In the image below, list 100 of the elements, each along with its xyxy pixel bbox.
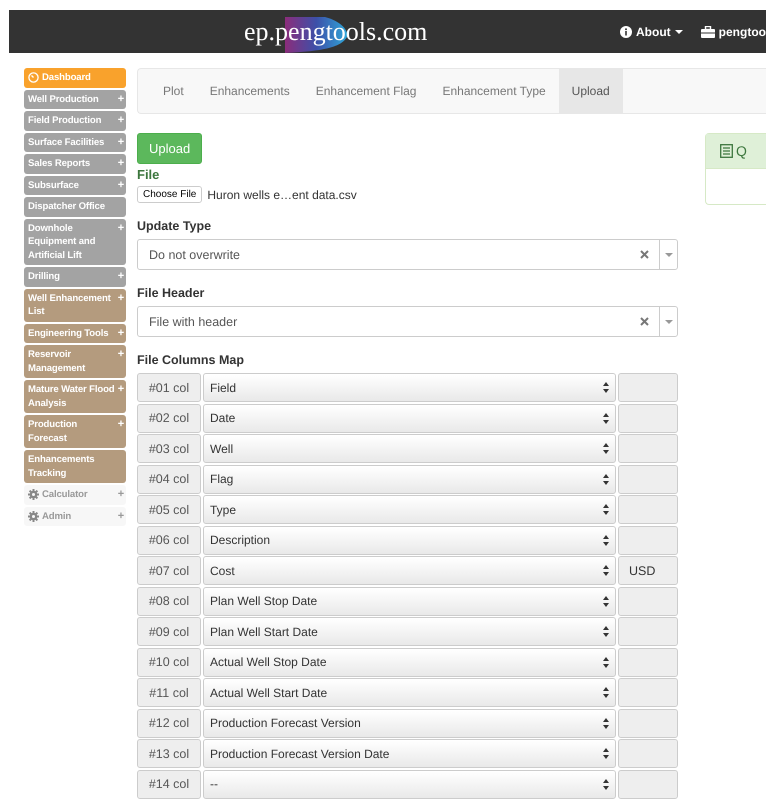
unit-cell <box>618 648 678 676</box>
column-select[interactable]: Flag <box>203 464 616 494</box>
column-number: #09 col <box>137 617 201 646</box>
expand-toggle[interactable]: + <box>118 178 124 192</box>
sidebar-label: Downhole Equipment and Artificial Lift <box>28 222 96 262</box>
sidebar-label: Reservoir Management <box>28 348 86 375</box>
expand-toggle[interactable]: + <box>118 383 124 396</box>
sidebar-item[interactable]: Enhancements Tracking <box>24 450 126 483</box>
updown-arrows-icon <box>603 656 609 668</box>
sidebar-item[interactable]: Dispatcher Office <box>24 197 126 216</box>
sidebar-item[interactable]: Well Enhancement List + <box>24 288 126 322</box>
upload-button[interactable]: Upload <box>137 133 202 164</box>
sidebar-item[interactable]: Production Forecast + <box>24 415 126 448</box>
select-field[interactable]: File with header <box>137 306 678 337</box>
unit-cell <box>618 739 678 768</box>
panel-title: Q <box>736 143 747 159</box>
nav-link[interactable]: pengtoo <box>700 24 766 38</box>
clear-icon[interactable] <box>640 250 649 259</box>
expand-toggle[interactable]: + <box>118 222 124 235</box>
column-select[interactable]: Production Forecast Version <box>203 708 616 738</box>
column-select[interactable]: Actual Well Start Date <box>203 678 616 707</box>
column-select[interactable]: Well <box>203 434 616 463</box>
expand-toggle[interactable]: + <box>118 292 124 305</box>
column-select[interactable]: Description <box>203 526 616 554</box>
select-field[interactable]: Do not overwrite <box>137 239 678 270</box>
expand-toggle[interactable]: + <box>118 114 124 128</box>
updown-arrows-icon <box>603 474 609 484</box>
sidebar-item[interactable]: Downhole Equipment and Artificial Lift + <box>24 218 126 265</box>
sidebar-label: Well Enhancement List <box>28 292 112 318</box>
column-select[interactable]: Plan Well Stop Date <box>203 586 616 616</box>
unit-cell <box>618 464 678 494</box>
sidebar-label: Dashboard <box>42 71 92 84</box>
field-label: File <box>137 167 160 182</box>
unit-cell: USD <box>618 556 678 585</box>
expand-toggle[interactable]: + <box>118 136 124 149</box>
updown-arrows-icon <box>603 382 609 393</box>
sidebar-item[interactable]: Calculator + <box>24 485 126 504</box>
column-number: #10 col <box>137 648 201 676</box>
sidebar-label: Well Production <box>28 92 100 106</box>
caret-icon <box>674 30 683 34</box>
column-number: #14 col <box>137 770 201 798</box>
file-name: Huron wells e…ent data.csv <box>207 188 357 202</box>
sidebar-item[interactable]: Field Production + <box>24 111 126 130</box>
field-label: File Header <box>137 286 206 300</box>
tab[interactable]: Enhancements <box>196 69 303 113</box>
column-number: #01 col <box>137 373 201 402</box>
field-label: Update Type <box>137 219 212 233</box>
column-number: #04 col <box>137 464 201 494</box>
column-select[interactable]: Production Forecast Version Date <box>203 739 616 768</box>
column-select[interactable]: Date <box>203 404 616 432</box>
column-select[interactable]: -- <box>203 770 616 798</box>
updown-arrows-icon <box>603 626 609 637</box>
sidebar-item[interactable]: Sales Reports + <box>24 154 126 174</box>
expand-toggle[interactable]: + <box>118 418 124 432</box>
nav-link[interactable]: About <box>620 24 683 38</box>
dropdown-arrow-icon[interactable] <box>664 320 672 324</box>
choose-file-button[interactable]: Choose File <box>137 186 202 203</box>
tab[interactable]: Enhancement Flag <box>302 69 430 113</box>
sidebar-label: Surface Facilities <box>28 136 106 149</box>
section-label: File Columns Map <box>137 353 245 367</box>
expand-toggle[interactable]: + <box>118 270 124 284</box>
column-select[interactable]: Field <box>203 373 616 402</box>
sidebar-item[interactable]: Subsurface + <box>24 176 126 195</box>
sidebar-label: Mature Water Flood Analysis <box>28 383 116 410</box>
gear-icon <box>28 510 39 522</box>
column-select[interactable]: Cost <box>203 556 616 585</box>
column-number: #08 col <box>137 586 201 616</box>
tab[interactable]: Enhancement Type <box>429 69 559 113</box>
dashboard-icon <box>28 72 39 83</box>
sidebar-item[interactable]: Engineering Tools + <box>24 324 126 343</box>
updown-arrows-icon <box>603 504 609 515</box>
updown-arrows-icon <box>603 565 609 576</box>
dropdown-arrow-icon[interactable] <box>664 252 672 256</box>
sidebar-item[interactable]: Well Production + <box>24 90 126 109</box>
tab[interactable]: Plot <box>150 69 197 113</box>
sidebar-item[interactable]: Drilling + <box>24 267 126 286</box>
column-select[interactable]: Actual Well Stop Date <box>203 648 616 676</box>
updown-arrows-icon <box>603 443 609 454</box>
sidebar-item[interactable]: Mature Water Flood Analysis + <box>24 380 126 413</box>
unit-cell <box>618 586 678 616</box>
sidebar-label: Subsurface <box>28 178 80 192</box>
expand-toggle[interactable]: + <box>118 92 124 106</box>
sidebar-label: Engineering Tools <box>28 326 110 340</box>
unit-cell <box>618 678 678 707</box>
column-number: #06 col <box>137 526 201 554</box>
clear-icon[interactable] <box>640 317 649 326</box>
column-select[interactable]: Plan Well Start Date <box>203 617 616 646</box>
unit-cell <box>618 495 678 524</box>
expand-toggle[interactable]: + <box>118 157 124 170</box>
expand-toggle[interactable]: + <box>118 348 124 362</box>
expand-toggle[interactable]: + <box>118 510 124 523</box>
unit-cell <box>618 770 678 798</box>
sidebar-item[interactable]: Surface Facilities + <box>24 132 126 152</box>
sidebar-item[interactable]: Admin + <box>24 506 126 526</box>
expand-toggle[interactable]: + <box>118 488 124 502</box>
expand-toggle[interactable]: + <box>118 326 124 340</box>
sidebar-item[interactable]: Reservoir Management + <box>24 345 126 378</box>
sidebar-item[interactable]: Dashboard <box>24 68 126 88</box>
column-select[interactable]: Type <box>203 495 616 524</box>
tab[interactable]: Upload <box>558 69 623 113</box>
